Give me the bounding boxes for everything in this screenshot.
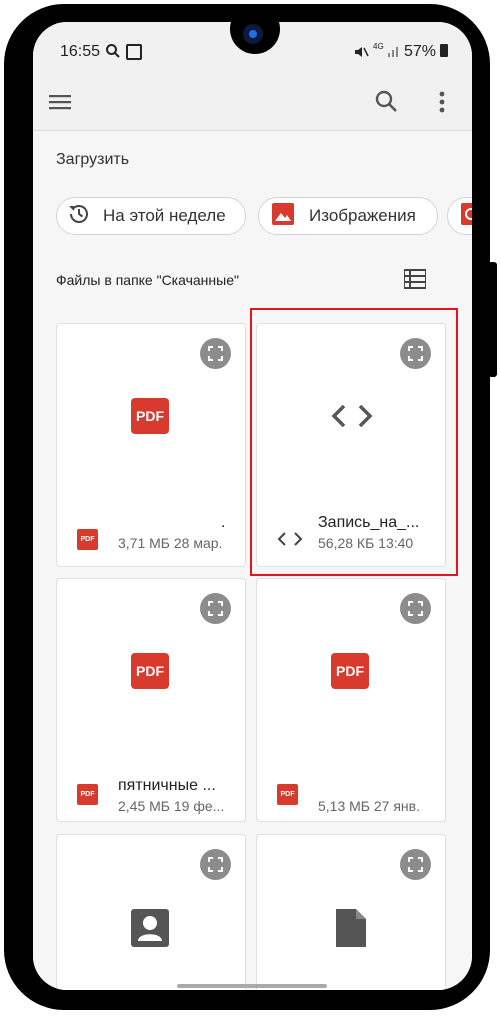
- pdf-small-icon: PDF: [277, 784, 298, 805]
- volume-button: [6, 228, 14, 306]
- search-icon[interactable]: [374, 89, 398, 118]
- expand-icon[interactable]: [200, 849, 231, 880]
- chip-partial[interactable]: [447, 197, 472, 235]
- chip-this-week-label: На этой неделе: [103, 206, 226, 225]
- file-meta: 5,13 МБ 27 янв.: [318, 798, 420, 814]
- pdf-icon: PDF: [131, 398, 169, 434]
- search-status-icon: [105, 43, 121, 64]
- more-vert-icon[interactable]: [438, 90, 446, 119]
- network-type: 4G: [373, 42, 384, 51]
- expand-icon[interactable]: [400, 593, 431, 624]
- chip-this-week[interactable]: На этой неделе: [56, 197, 246, 235]
- file-card[interactable]: [56, 834, 246, 990]
- chip-images-label: Изображения: [309, 206, 416, 225]
- status-time: 16:55: [60, 43, 101, 60]
- audio-icon: [460, 202, 472, 231]
- pdf-small-icon: PDF: [77, 784, 98, 805]
- file-card[interactable]: [256, 834, 446, 990]
- expand-icon[interactable]: [200, 338, 231, 369]
- selection-highlight: [250, 308, 458, 576]
- expand-icon[interactable]: [200, 593, 231, 624]
- nav-gesture-bar: [177, 984, 327, 988]
- app-status-icon: [126, 44, 142, 60]
- file-name: .: [221, 514, 226, 531]
- list-view-icon[interactable]: [403, 269, 427, 294]
- document-icon: [334, 907, 368, 954]
- hamburger-icon[interactable]: [49, 92, 73, 117]
- app-bar: [33, 78, 472, 131]
- file-card[interactable]: PDF PDF пятничные ... 2,45 МБ 19 фе...: [56, 578, 246, 822]
- file-meta: 2,45 МБ 19 фе...: [118, 798, 225, 814]
- pdf-icon: PDF: [131, 653, 169, 689]
- mute-icon: [353, 44, 369, 65]
- volume-button: [6, 318, 14, 396]
- power-button: [488, 262, 497, 377]
- file-name: пятничные ...: [118, 777, 216, 794]
- file-card[interactable]: PDF PDF . 3,71 МБ 28 мар.: [56, 323, 246, 567]
- file-meta: 3,71 МБ 28 мар.: [118, 535, 223, 551]
- files-section-title: Файлы в папке "Скачанные": [56, 272, 239, 288]
- pdf-icon: PDF: [331, 653, 369, 689]
- chip-images[interactable]: Изображения: [258, 197, 438, 235]
- history-icon: [67, 202, 91, 231]
- expand-icon[interactable]: [400, 849, 431, 880]
- battery-icon: [440, 44, 448, 57]
- battery-text: 57%: [404, 43, 437, 60]
- file-card[interactable]: PDF PDF 5,13 МБ 27 янв.: [256, 578, 446, 822]
- signal-icon: [387, 44, 401, 63]
- upload-title: Загрузить: [56, 151, 130, 168]
- camera-icon: [243, 24, 263, 44]
- image-icon: [271, 202, 295, 231]
- pdf-small-icon: PDF: [77, 529, 98, 550]
- contact-icon: [131, 909, 169, 952]
